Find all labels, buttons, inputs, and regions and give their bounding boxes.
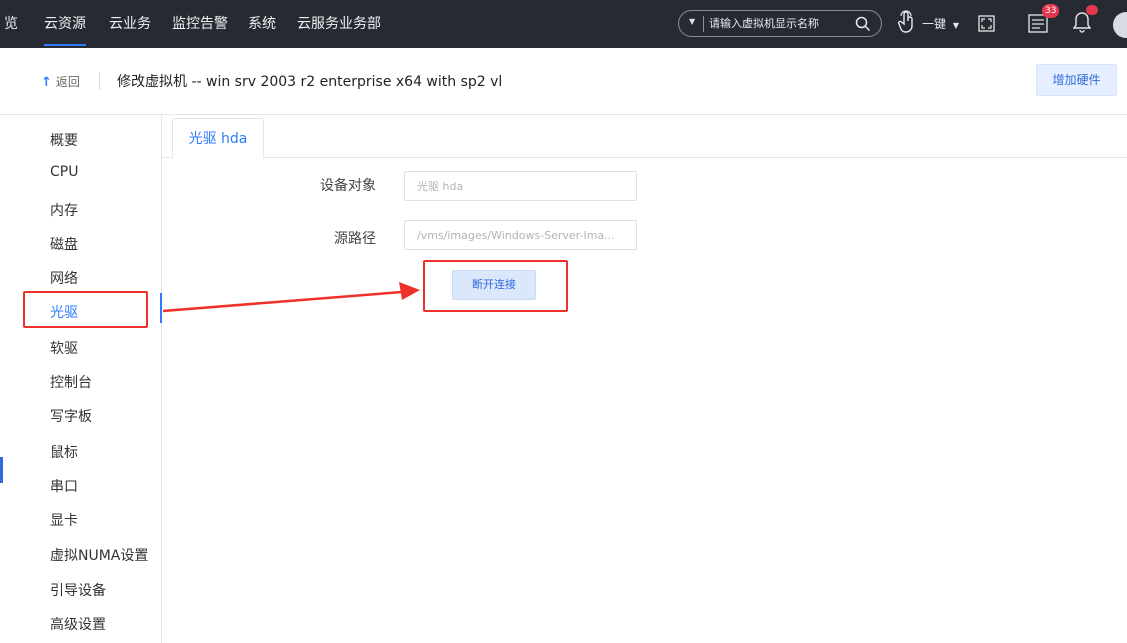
nav-item-monitoring-alerts[interactable]: 监控告警 xyxy=(172,0,228,48)
top-navigation-bar: 览 云资源 云业务 监控告警 系统 云服务业务部 ▼ 一键 ▼ 33 xyxy=(0,0,1127,48)
device-object-label: 设备对象 xyxy=(320,178,376,194)
device-object-field[interactable] xyxy=(404,171,637,201)
vm-search-box: ▼ xyxy=(678,10,882,37)
menu-active-indicator xyxy=(160,293,162,323)
source-path-field[interactable] xyxy=(404,220,637,250)
menu-item-console[interactable]: 控制台 xyxy=(50,372,92,392)
touch-hand-icon[interactable] xyxy=(897,10,917,34)
device-tabs: 光驱 hda xyxy=(162,115,1127,159)
menu-item-disk[interactable]: 磁盘 xyxy=(50,234,78,254)
menu-item-tablet[interactable]: 写字板 xyxy=(50,406,92,426)
highlight-box-cdrom xyxy=(23,291,148,328)
nav-item-overview[interactable]: 览 xyxy=(4,0,18,48)
tab-cdrom-hda[interactable]: 光驱 hda xyxy=(172,118,264,159)
page-title: 修改虚拟机 -- win srv 2003 r2 enterprise x64 … xyxy=(117,74,503,90)
search-icon[interactable] xyxy=(855,16,871,32)
menu-item-graphics-card[interactable]: 显卡 xyxy=(50,510,78,530)
menu-item-overview[interactable]: 概要 xyxy=(50,130,78,150)
menu-item-network[interactable]: 网络 xyxy=(50,268,78,288)
back-button[interactable]: ↑ 返回 xyxy=(41,72,80,92)
one-key-label: 一键 xyxy=(922,17,947,31)
menu-item-advanced-settings[interactable]: 高级设置 xyxy=(50,614,106,634)
vm-search-input[interactable] xyxy=(709,14,844,33)
nav-item-cloud-service-dept[interactable]: 云服务业务部 xyxy=(297,0,381,48)
task-count-badge: 33 xyxy=(1042,4,1060,18)
nav-item-cloud-resources[interactable]: 云资源 xyxy=(44,0,86,48)
back-arrow-icon: ↑ xyxy=(41,75,52,90)
menu-item-memory[interactable]: 内存 xyxy=(50,200,78,220)
page-header: ↑ 返回 修改虚拟机 -- win srv 2003 r2 enterprise … xyxy=(0,48,1127,115)
menu-item-floppy[interactable]: 软驱 xyxy=(50,338,78,358)
menu-item-serial-port[interactable]: 串口 xyxy=(50,476,78,496)
add-hardware-button[interactable]: 增加硬件 xyxy=(1036,64,1117,96)
menu-item-boot-device[interactable]: 引导设备 xyxy=(50,580,106,600)
chevron-down-icon: ▼ xyxy=(952,21,959,30)
highlight-box-disconnect xyxy=(423,260,568,312)
header-divider xyxy=(99,72,100,90)
one-key-menu[interactable]: 一键 ▼ xyxy=(922,0,959,48)
menu-item-mouse[interactable]: 鼠标 xyxy=(50,442,78,462)
nav-item-cloud-business[interactable]: 云业务 xyxy=(109,0,151,48)
menu-item-virtual-numa[interactable]: 虚拟NUMA设置 xyxy=(50,545,148,565)
user-avatar[interactable] xyxy=(1113,12,1127,38)
alert-badge xyxy=(1086,5,1098,15)
source-path-label: 源路径 xyxy=(334,231,376,247)
edge-scroll-marker xyxy=(0,457,3,483)
back-label: 返回 xyxy=(55,75,80,89)
nav-item-system[interactable]: 系统 xyxy=(248,0,276,48)
menu-item-cpu[interactable]: CPU xyxy=(50,164,78,180)
search-scope-dropdown-icon[interactable]: ▼ xyxy=(689,17,695,26)
fullscreen-icon[interactable] xyxy=(978,15,995,32)
search-divider xyxy=(703,16,704,32)
